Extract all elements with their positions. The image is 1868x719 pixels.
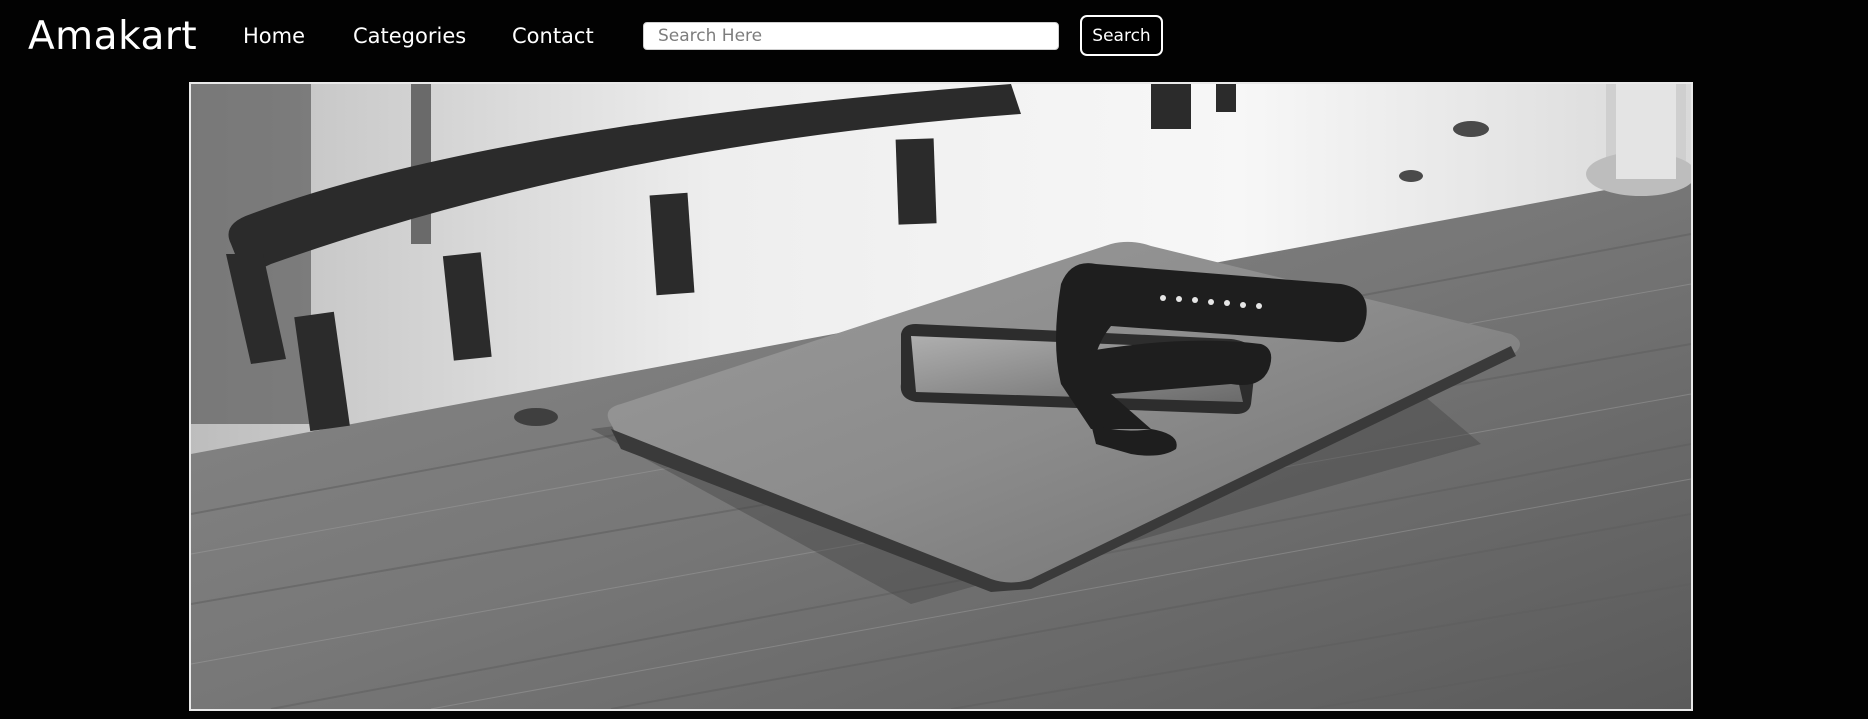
hero-image (189, 82, 1693, 711)
brand-logo[interactable]: Amakart (28, 14, 197, 59)
navbar: Amakart Home Categories Contact Search (0, 0, 1868, 76)
nav-link-home[interactable]: Home (243, 24, 305, 48)
search-button[interactable]: Search (1080, 15, 1163, 56)
hero-photo-illustration (191, 84, 1691, 709)
nav-link-contact[interactable]: Contact (512, 24, 594, 48)
search-input[interactable] (643, 22, 1059, 50)
nav-link-categories[interactable]: Categories (353, 24, 466, 48)
